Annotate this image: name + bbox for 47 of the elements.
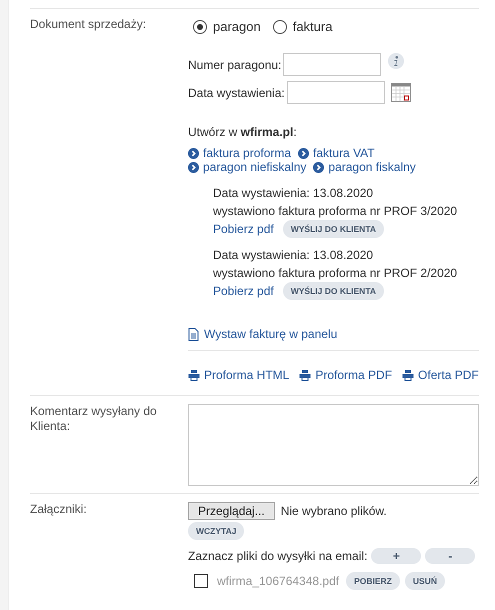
file-status: Nie wybrano plików. bbox=[280, 504, 387, 518]
chevron-icon bbox=[188, 162, 199, 172]
download-link[interactable]: Pobierz pdf bbox=[213, 282, 274, 300]
field-label: Numer paragonu: bbox=[188, 58, 282, 72]
issue-date: Data wystawienia: 13.08.2020 bbox=[213, 185, 374, 202]
issue-description: wystawiono faktura proforma nr PROF 2/2020 bbox=[213, 265, 458, 282]
printer-icon bbox=[299, 370, 312, 380]
input-field[interactable] bbox=[283, 53, 382, 76]
send-button[interactable]: WYŚLIJ DO KLIENTA bbox=[282, 220, 384, 238]
document-icon bbox=[188, 328, 199, 340]
issue-description: wystawiono faktura proforma nr PROF 3/2020 bbox=[213, 203, 458, 220]
panel-link[interactable]: Wystaw fakturę w panelu bbox=[188, 327, 479, 341]
select-all-button[interactable]: + bbox=[371, 548, 422, 564]
info-icon[interactable] bbox=[388, 53, 404, 69]
printer-icon bbox=[402, 370, 414, 380]
field-label: Komentarz wysyłany do Klienta: bbox=[30, 404, 158, 435]
print-link[interactable]: Proforma PDF bbox=[299, 368, 392, 382]
upload-button[interactable]: WCZYTAJ bbox=[188, 522, 244, 540]
create-link[interactable]: faktura proforma bbox=[188, 146, 292, 160]
send-button[interactable]: WYŚLIJ DO KLIENTA bbox=[282, 282, 384, 300]
chevron-icon bbox=[188, 148, 199, 158]
download-link[interactable]: Pobierz pdf bbox=[213, 220, 274, 238]
chevron-icon bbox=[298, 148, 310, 158]
field-label: Załączniki: bbox=[30, 502, 88, 518]
chevron-icon bbox=[313, 162, 324, 172]
field-label: Data wystawienia: bbox=[188, 86, 285, 100]
print-link[interactable]: Oferta PDF bbox=[402, 368, 479, 382]
deselect-all-button[interactable]: - bbox=[425, 548, 476, 564]
create-link[interactable]: paragon fiskalny bbox=[313, 160, 416, 174]
create-link[interactable]: faktura VAT bbox=[298, 146, 375, 160]
browse-button[interactable]: Przeglądaj... bbox=[188, 502, 275, 520]
calendar-icon[interactable] bbox=[390, 83, 411, 102]
download-button[interactable]: POBIERZ bbox=[346, 572, 400, 590]
select-label: Zaznacz pliki do wysyłki na email: bbox=[188, 549, 368, 563]
input-field[interactable] bbox=[286, 81, 385, 104]
field-label: Dokument sprzedaży: bbox=[30, 17, 148, 33]
print-link[interactable]: Proforma HTML bbox=[188, 368, 290, 382]
comment-field[interactable] bbox=[188, 404, 479, 486]
create-heading: Utwórz w wfirma.pl: bbox=[188, 125, 298, 139]
remove-button[interactable]: USUŃ bbox=[404, 572, 445, 590]
file-name: wfirma_106764348.pdf bbox=[217, 574, 340, 588]
radio-option[interactable]: faktura bbox=[272, 19, 332, 34]
issue-date: Data wystawienia: 13.08.2020 bbox=[213, 247, 374, 264]
file-checkbox[interactable] bbox=[194, 574, 208, 588]
create-link[interactable]: paragon niefiskalny bbox=[188, 160, 306, 174]
printer-icon bbox=[188, 370, 200, 380]
radio-option[interactable]: paragon bbox=[193, 19, 261, 34]
